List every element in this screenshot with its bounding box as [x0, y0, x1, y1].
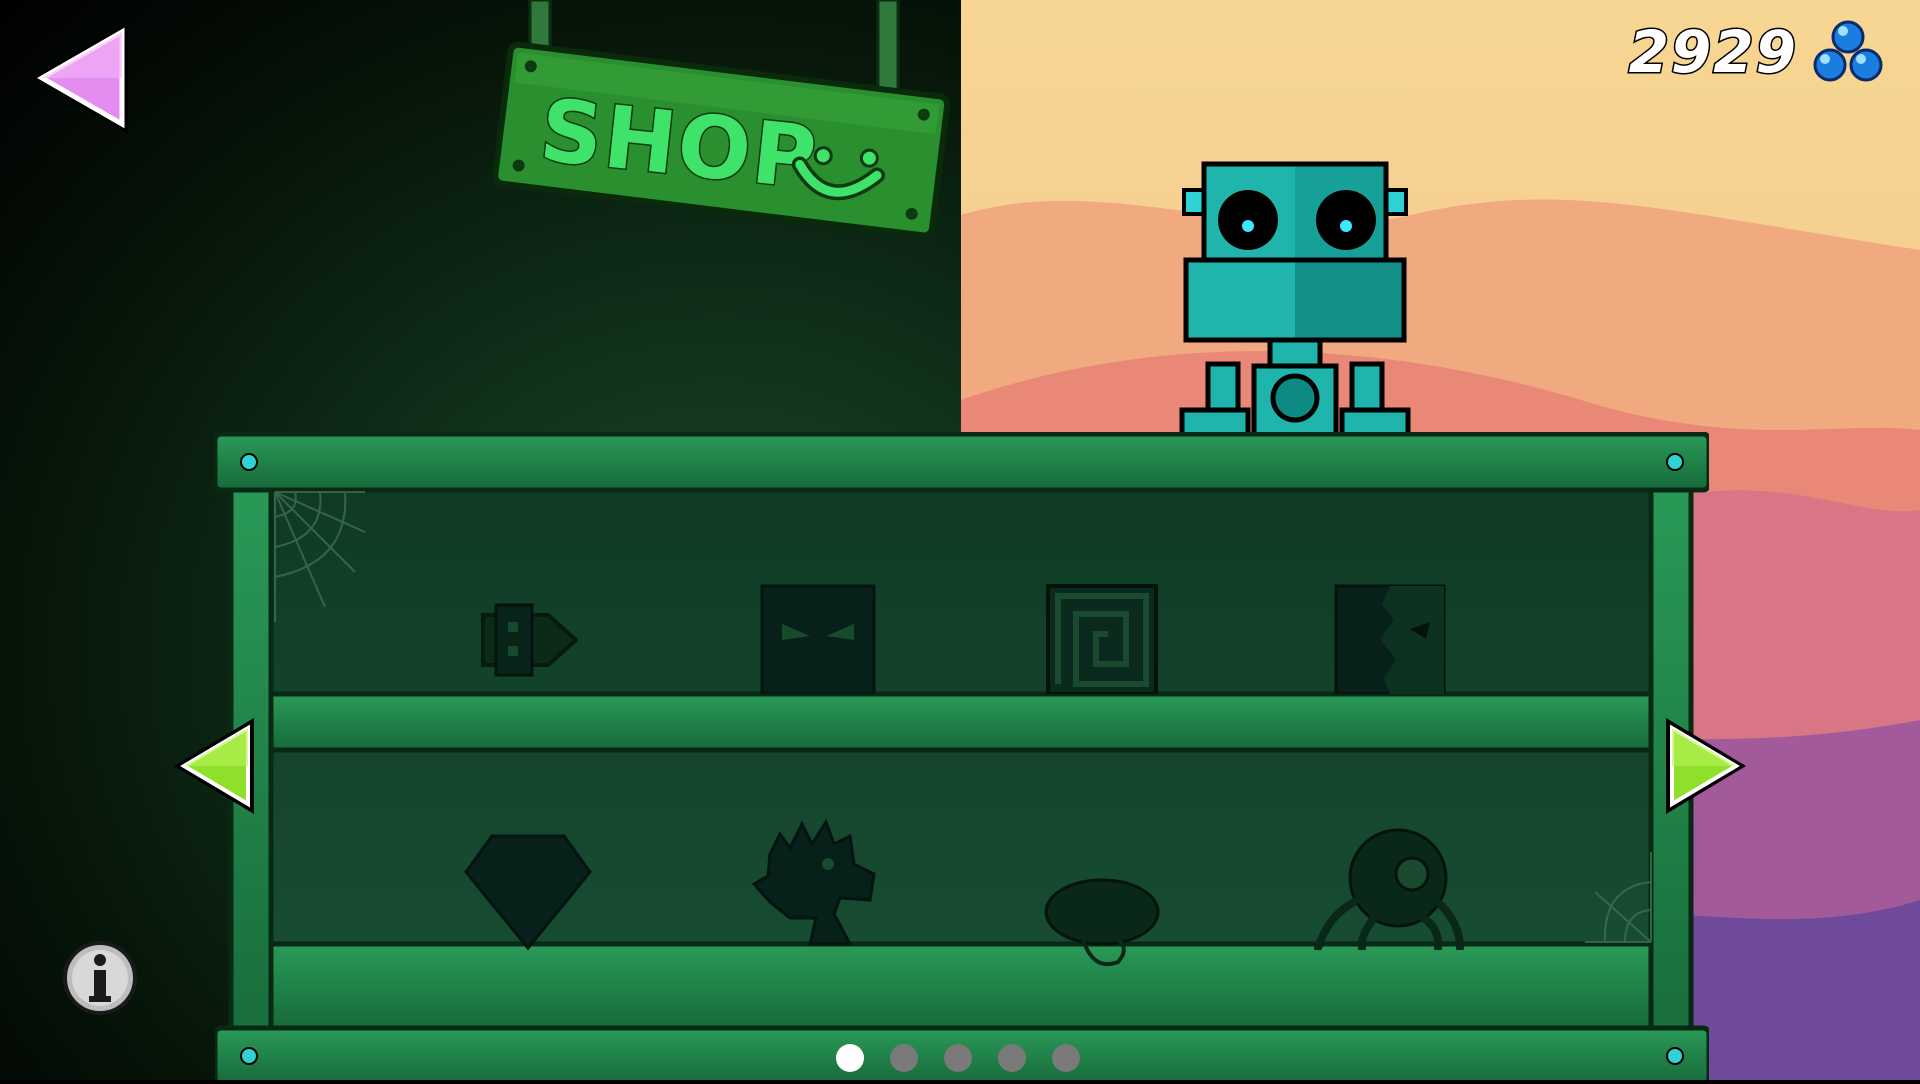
back-arrow-icon [32, 22, 128, 134]
prev-page-button[interactable] [172, 716, 258, 816]
blue-orbs-icon [1813, 20, 1883, 82]
locked-spiky-dragon-icon [751, 818, 876, 946]
locked-torn-cube-icon [1334, 584, 1446, 696]
shop-item-locked-eye-spider[interactable] [1314, 826, 1464, 954]
locked-gem-icon [464, 834, 592, 951]
shop-item-locked-angry-cube[interactable] [752, 584, 884, 698]
shop-item-locked-spiky-dragon[interactable] [750, 814, 880, 952]
shopkeeper-robot[interactable] [1170, 160, 1420, 450]
shop-scene: SHOP 2929 [0, 0, 1920, 1084]
locked-angry-cube-icon [760, 584, 876, 696]
right-arrow-icon [1666, 718, 1746, 814]
shop-item-locked-torn-cube[interactable] [1334, 584, 1446, 698]
locked-spiral-cube-icon [1046, 584, 1158, 696]
page-dot[interactable]: 5 [1052, 1044, 1080, 1072]
page-indicator: 1 2 3 4 5 [836, 1044, 1080, 1072]
shop-item-locked-gem[interactable] [462, 832, 594, 956]
shop-item-locked-tongue-creature[interactable] [1042, 876, 1162, 976]
back-button[interactable] [28, 18, 138, 138]
page-dot[interactable]: 4 [998, 1044, 1026, 1072]
coin-counter: 2929 [1627, 17, 1884, 88]
coin-count: 2929 [1627, 17, 1798, 88]
page-dot[interactable]: 1 [836, 1044, 864, 1072]
next-page-button[interactable] [1662, 716, 1748, 816]
locked-tongue-creature-icon [1044, 878, 1160, 967]
locked-ship-icon [481, 603, 580, 677]
locked-eye-spider-icon [1314, 828, 1464, 952]
left-arrow-icon [174, 718, 254, 814]
info-icon [63, 941, 137, 1015]
info-button[interactable] [62, 940, 138, 1016]
page-dot[interactable]: 3 [944, 1044, 972, 1072]
shop-shelf [212, 431, 1712, 1084]
page-dot[interactable]: 2 [890, 1044, 918, 1072]
shop-item-locked-spiral-cube[interactable] [1046, 584, 1158, 698]
shop-item-locked-ship[interactable] [478, 600, 580, 684]
smiley-icon [788, 140, 888, 224]
